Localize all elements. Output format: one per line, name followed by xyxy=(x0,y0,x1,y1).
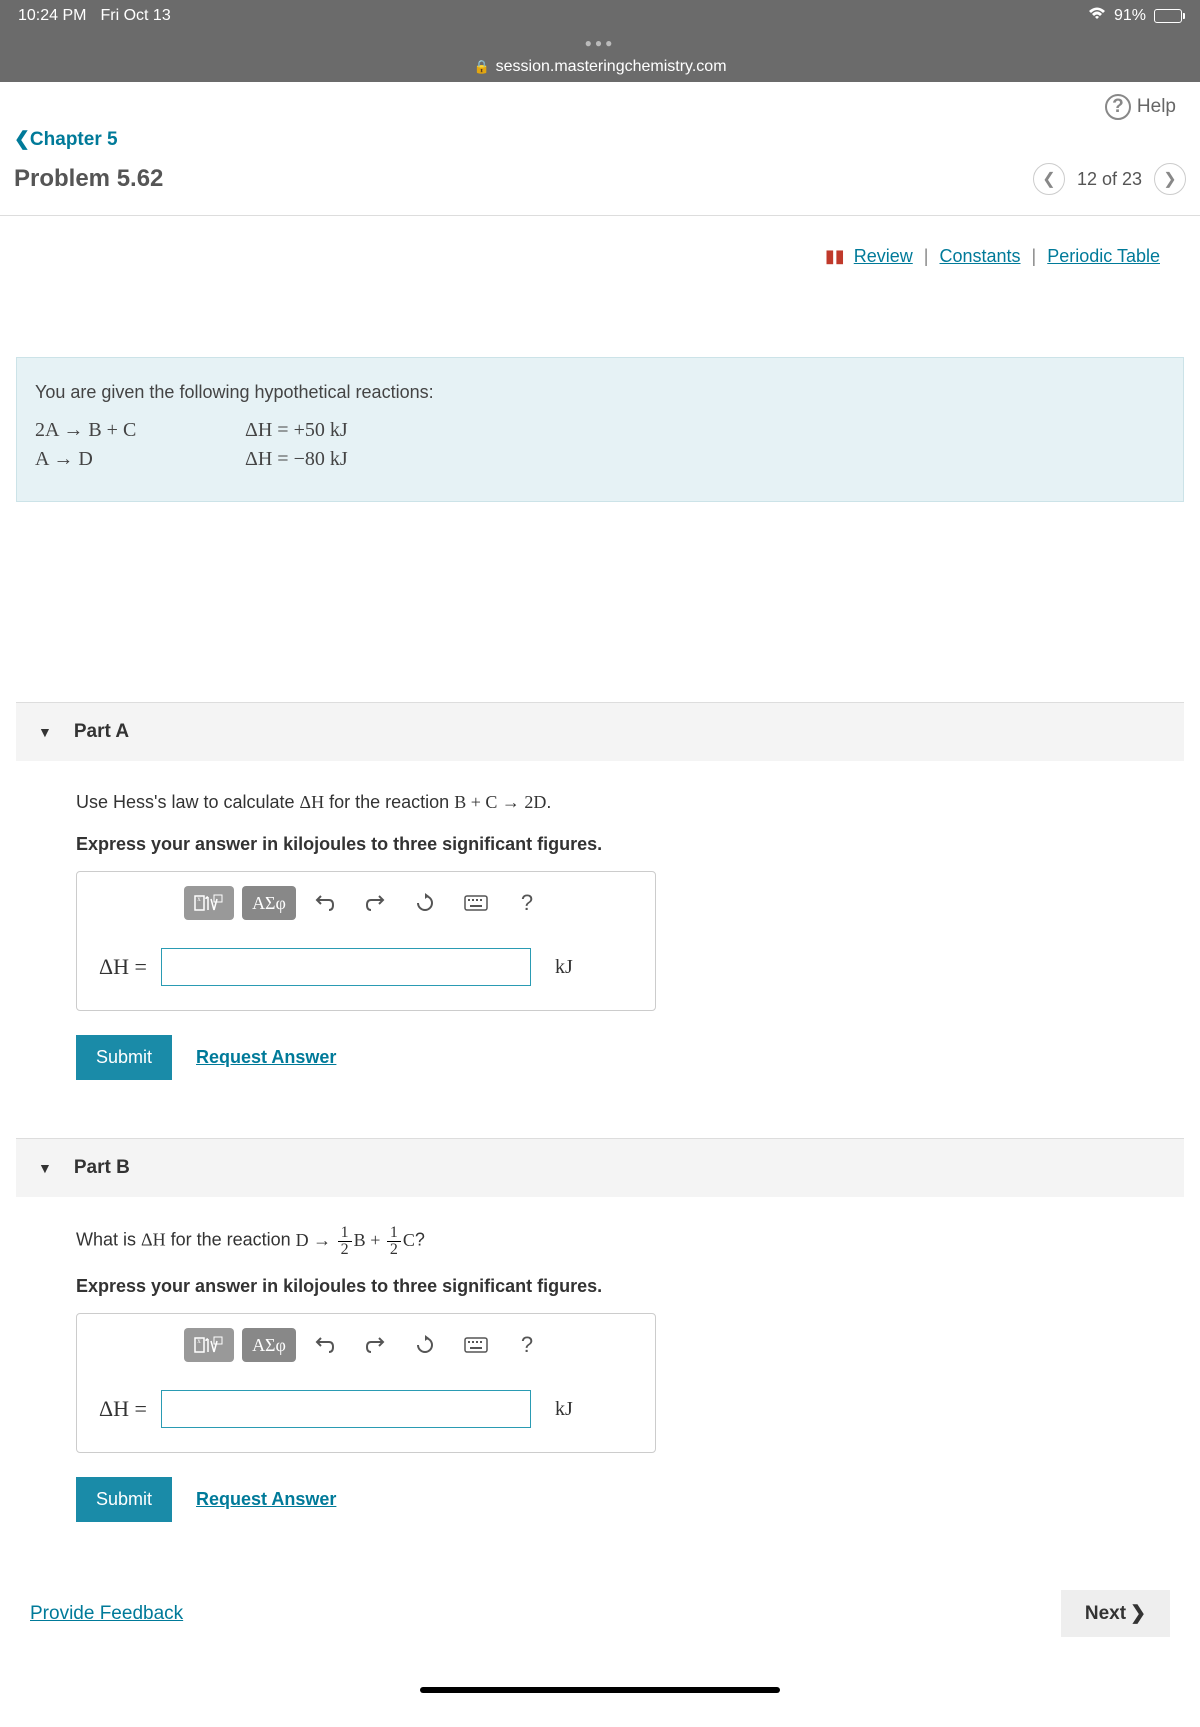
home-indicator[interactable] xyxy=(420,1687,780,1693)
problem-title: Problem 5.62 xyxy=(14,165,163,193)
problem-statement: You are given the following hypothetical… xyxy=(16,357,1184,502)
intro-text: You are given the following hypothetical… xyxy=(35,382,1165,403)
delta-h-label: ΔH = xyxy=(99,954,147,980)
toolbar-help-button[interactable]: ? xyxy=(506,1328,548,1362)
part-b-header[interactable]: ▼ Part B xyxy=(16,1138,1184,1197)
part-a-header[interactable]: ▼ Part A xyxy=(16,702,1184,761)
next-button[interactable]: Next ❯ xyxy=(1061,1590,1170,1637)
templates-button[interactable]: x xyxy=(184,886,234,920)
url-text: session.masteringchemistry.com xyxy=(496,58,727,76)
redo-button[interactable] xyxy=(354,886,396,920)
part-b-submit-button[interactable]: Submit xyxy=(76,1477,172,1522)
redo-button[interactable] xyxy=(354,1328,396,1362)
undo-button[interactable] xyxy=(304,1328,346,1362)
part-b-instructions: Express your answer in kilojoules to thr… xyxy=(76,1276,1124,1297)
unit-label: kJ xyxy=(555,956,573,979)
chevron-left-icon: ❮ xyxy=(14,129,30,150)
keyboard-button[interactable] xyxy=(454,886,498,920)
battery-pct: 91% xyxy=(1114,7,1146,25)
svg-text:x: x xyxy=(197,1337,201,1345)
part-a-instructions: Express your answer in kilojoules to thr… xyxy=(76,834,1124,855)
caret-down-icon: ▼ xyxy=(38,724,52,740)
part-a-answer-input[interactable] xyxy=(161,948,531,986)
chevron-right-icon: ❯ xyxy=(1130,1602,1146,1625)
unit-label: kJ xyxy=(555,1398,573,1421)
provide-feedback-link[interactable]: Provide Feedback xyxy=(30,1603,183,1625)
templates-button[interactable]: x xyxy=(184,1328,234,1362)
ipad-status-bar: 10:24 PM Fri Oct 13 91% xyxy=(0,0,1200,32)
part-a-request-answer-link[interactable]: Request Answer xyxy=(196,1047,336,1068)
lock-icon: 🔒 xyxy=(473,59,489,75)
status-date: Fri Oct 13 xyxy=(100,7,170,25)
part-b-question: What is ΔH for the reaction D → 12B + 12… xyxy=(76,1225,1124,1258)
browser-url-bar[interactable]: 🔒 session.masteringchemistry.com xyxy=(0,52,1200,82)
caret-down-icon: ▼ xyxy=(38,1160,52,1176)
greek-symbols-button[interactable]: ΑΣφ xyxy=(242,1328,296,1362)
part-a-submit-button[interactable]: Submit xyxy=(76,1035,172,1080)
flag-icon: ▮▮ xyxy=(825,246,845,266)
reaction-row: 2A → B + C ΔH = +50 kJ xyxy=(35,419,1165,442)
battery-icon xyxy=(1154,9,1182,23)
undo-button[interactable] xyxy=(304,886,346,920)
periodic-table-link[interactable]: Periodic Table xyxy=(1047,246,1160,266)
status-time: 10:24 PM xyxy=(18,7,86,25)
keyboard-button[interactable] xyxy=(454,1328,498,1362)
svg-text:x: x xyxy=(197,895,201,903)
part-b-request-answer-link[interactable]: Request Answer xyxy=(196,1489,336,1510)
part-a-answer-box: x ΑΣφ ? xyxy=(76,871,656,1011)
constants-link[interactable]: Constants xyxy=(939,246,1020,266)
reset-button[interactable] xyxy=(404,886,446,920)
greek-symbols-button[interactable]: ΑΣφ xyxy=(242,886,296,920)
delta-h-label: ΔH = xyxy=(99,1396,147,1422)
review-link[interactable]: Review xyxy=(854,246,913,266)
chapter-back-link[interactable]: ❮Chapter 5 xyxy=(0,128,132,151)
part-b-answer-input[interactable] xyxy=(161,1390,531,1428)
reaction-row: A → D ΔH = −80 kJ xyxy=(35,448,1165,471)
help-icon: ? xyxy=(1105,94,1131,120)
part-a-title: Part A xyxy=(74,721,129,743)
reset-button[interactable] xyxy=(404,1328,446,1362)
part-b-answer-box: x ΑΣφ ? xyxy=(76,1313,656,1453)
part-b-title: Part B xyxy=(74,1157,130,1179)
help-button[interactable]: ? Help xyxy=(1105,94,1176,120)
toolbar-help-button[interactable]: ? xyxy=(506,886,548,920)
tab-dots-icon: ●●● xyxy=(585,36,616,50)
part-a-question: Use Hess's law to calculate ΔH for the r… xyxy=(76,789,1124,816)
reference-links: ▮▮ Review | Constants | Periodic Table xyxy=(0,216,1200,267)
prev-problem-button[interactable]: ❮ xyxy=(1033,163,1065,195)
problem-counter: 12 of 23 xyxy=(1077,169,1142,190)
wifi-icon xyxy=(1088,7,1106,26)
next-problem-button[interactable]: ❯ xyxy=(1154,163,1186,195)
